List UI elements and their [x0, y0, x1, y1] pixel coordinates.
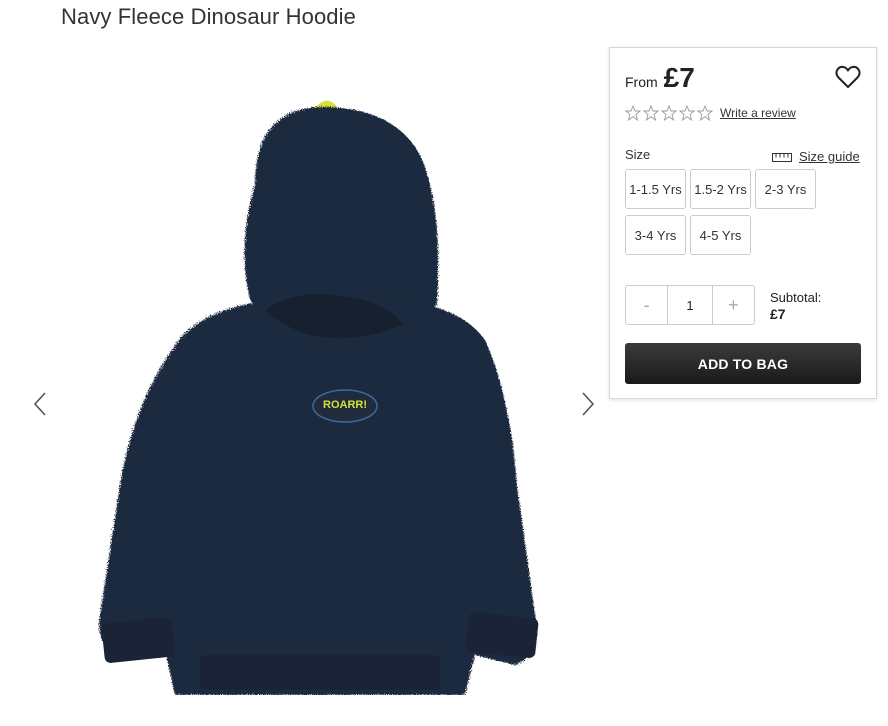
wishlist-button[interactable] — [835, 65, 861, 89]
quantity-decrease-button[interactable]: - — [626, 286, 667, 324]
size-guide-label: Size guide — [799, 149, 860, 164]
star-outline-icon — [697, 105, 713, 121]
ruler-icon — [772, 152, 792, 162]
product-gallery: ROARR! — [20, 60, 610, 700]
star-outline-icon — [625, 105, 641, 121]
subtotal-amount: £7 — [770, 306, 786, 322]
price-row: From £7 — [625, 62, 695, 94]
size-option[interactable]: 3-4 Yrs — [625, 215, 686, 255]
add-to-bag-button[interactable]: ADD TO BAG — [625, 343, 861, 384]
price-from-label: From — [625, 74, 658, 90]
gallery-next-button[interactable] — [577, 386, 599, 422]
write-review-link[interactable]: Write a review — [720, 106, 796, 120]
product-title: Navy Fleece Dinosaur Hoodie — [61, 4, 356, 29]
size-option[interactable]: 2-3 Yrs — [755, 169, 816, 209]
chevron-right-icon — [582, 392, 595, 416]
product-badge-text: ROARR! — [323, 399, 367, 411]
product-image — [99, 100, 539, 695]
quantity-value[interactable]: 1 — [667, 286, 713, 324]
quantity-stepper: - 1 + — [625, 285, 755, 325]
rating-row: Write a review — [625, 105, 796, 121]
size-label: Size — [625, 147, 651, 162]
gallery-prev-button[interactable] — [29, 386, 51, 422]
star-outline-icon — [679, 105, 695, 121]
subtotal-label: Subtotal: — [770, 290, 822, 305]
size-option[interactable]: 1-1.5 Yrs — [625, 169, 686, 209]
price-value: £7 — [663, 62, 695, 93]
purchase-panel: From £7 Write a review Size Size guide 1… — [609, 47, 877, 399]
size-guide-link[interactable]: Size guide — [772, 149, 860, 164]
star-outline-icon — [643, 105, 659, 121]
size-option[interactable]: 1.5-2 Yrs — [690, 169, 751, 209]
heart-icon — [835, 65, 861, 88]
subtotal: Subtotal: £7 — [770, 289, 821, 323]
quantity-increase-button[interactable]: + — [713, 286, 754, 324]
size-option[interactable]: 4-5 Yrs — [690, 215, 751, 255]
star-outline-icon — [661, 105, 677, 121]
chevron-left-icon — [33, 392, 46, 416]
